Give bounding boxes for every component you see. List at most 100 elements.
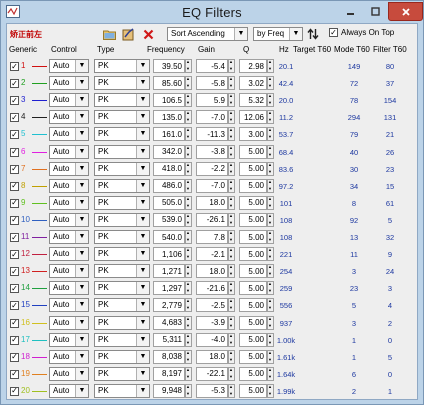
- frequency-spinner[interactable]: [185, 298, 192, 313]
- frequency-spinner[interactable]: [185, 212, 192, 227]
- maximize-button[interactable]: [363, 2, 388, 21]
- gain-field[interactable]: [196, 332, 228, 347]
- gain-field[interactable]: [196, 366, 228, 381]
- gain-spinner[interactable]: [228, 366, 235, 381]
- gain-field[interactable]: [196, 281, 228, 296]
- type-select[interactable]: PK ▼: [94, 127, 150, 142]
- frequency-spinner[interactable]: [185, 178, 192, 193]
- frequency-field[interactable]: [153, 110, 185, 125]
- enable-checkbox[interactable]: ✓: [10, 267, 19, 277]
- q-spinner[interactable]: [267, 195, 274, 210]
- q-spinner[interactable]: [267, 93, 274, 108]
- type-select[interactable]: PK ▼: [94, 281, 150, 296]
- gain-spinner[interactable]: [228, 161, 235, 176]
- control-select[interactable]: Auto ▼: [49, 161, 89, 176]
- q-field[interactable]: [239, 212, 267, 227]
- control-select[interactable]: Auto ▼: [49, 349, 89, 364]
- frequency-field[interactable]: [153, 315, 185, 330]
- frequency-field[interactable]: [153, 144, 185, 159]
- q-spinner[interactable]: [267, 230, 274, 244]
- enable-checkbox[interactable]: ✓: [10, 130, 19, 140]
- type-select[interactable]: PK ▼: [94, 110, 150, 125]
- control-select[interactable]: Auto ▼: [49, 264, 89, 279]
- gain-spinner[interactable]: [228, 212, 235, 227]
- gain-field[interactable]: [196, 161, 228, 176]
- q-spinner[interactable]: [267, 332, 274, 347]
- q-field[interactable]: [239, 281, 267, 296]
- type-select[interactable]: PK ▼: [94, 212, 150, 227]
- gain-field[interactable]: [196, 144, 228, 159]
- enable-checkbox[interactable]: ✓: [10, 335, 19, 345]
- enable-checkbox[interactable]: ✓: [10, 386, 19, 396]
- frequency-spinner[interactable]: [185, 332, 192, 347]
- type-select[interactable]: PK ▼: [94, 178, 150, 193]
- gain-spinner[interactable]: [228, 144, 235, 159]
- frequency-spinner[interactable]: [185, 349, 192, 364]
- q-spinner[interactable]: [267, 247, 274, 262]
- q-field[interactable]: [239, 383, 267, 398]
- q-field[interactable]: [239, 195, 267, 210]
- gain-spinner[interactable]: [228, 298, 235, 313]
- type-select[interactable]: PK ▼: [94, 230, 150, 244]
- gain-spinner[interactable]: [228, 349, 235, 364]
- q-field[interactable]: [239, 315, 267, 330]
- q-spinner[interactable]: [267, 264, 274, 279]
- gain-spinner[interactable]: [228, 195, 235, 210]
- enable-checkbox[interactable]: ✓: [10, 284, 19, 294]
- enable-checkbox[interactable]: ✓: [10, 96, 19, 106]
- q-spinner[interactable]: [267, 178, 274, 193]
- type-select[interactable]: PK ▼: [94, 144, 150, 159]
- frequency-spinner[interactable]: [185, 264, 192, 279]
- frequency-field[interactable]: [153, 281, 185, 296]
- enable-checkbox[interactable]: ✓: [10, 62, 19, 71]
- gain-field[interactable]: [196, 76, 228, 91]
- gain-spinner[interactable]: [228, 76, 235, 91]
- frequency-field[interactable]: [153, 127, 185, 142]
- control-select[interactable]: Auto ▼: [49, 383, 89, 398]
- frequency-field[interactable]: [153, 76, 185, 91]
- q-spinner[interactable]: [267, 349, 274, 364]
- gain-spinner[interactable]: [228, 110, 235, 125]
- q-field[interactable]: [239, 93, 267, 108]
- minimize-button[interactable]: [337, 2, 363, 21]
- control-select[interactable]: Auto ▼: [49, 195, 89, 210]
- enable-checkbox[interactable]: ✓: [10, 113, 19, 123]
- type-select[interactable]: PK ▼: [94, 264, 150, 279]
- q-spinner[interactable]: [267, 59, 274, 73]
- q-spinner[interactable]: [267, 366, 274, 381]
- gain-field[interactable]: [196, 349, 228, 364]
- frequency-field[interactable]: [153, 366, 185, 381]
- enable-checkbox[interactable]: ✓: [10, 181, 19, 191]
- gain-field[interactable]: [196, 110, 228, 125]
- gain-field[interactable]: [196, 59, 228, 73]
- type-select[interactable]: PK ▼: [94, 59, 150, 73]
- frequency-field[interactable]: [153, 161, 185, 176]
- save-filters-button[interactable]: [121, 27, 135, 41]
- close-button[interactable]: [388, 2, 423, 21]
- enable-checkbox[interactable]: ✓: [10, 147, 19, 157]
- control-select[interactable]: Auto ▼: [49, 332, 89, 347]
- gain-spinner[interactable]: [228, 93, 235, 108]
- gain-spinner[interactable]: [228, 383, 235, 398]
- gain-field[interactable]: [196, 195, 228, 210]
- q-field[interactable]: [239, 230, 267, 244]
- control-select[interactable]: Auto ▼: [49, 281, 89, 296]
- control-select[interactable]: Auto ▼: [49, 230, 89, 244]
- q-field[interactable]: [239, 178, 267, 193]
- enable-checkbox[interactable]: ✓: [10, 369, 19, 379]
- sort-field-select[interactable]: by Freq ▼: [253, 27, 303, 41]
- control-select[interactable]: Auto ▼: [49, 144, 89, 159]
- q-field[interactable]: [239, 264, 267, 279]
- frequency-spinner[interactable]: [185, 161, 192, 176]
- frequency-field[interactable]: [153, 212, 185, 227]
- gain-field[interactable]: [196, 298, 228, 313]
- q-spinner[interactable]: [267, 212, 274, 227]
- q-spinner[interactable]: [267, 161, 274, 176]
- frequency-field[interactable]: [153, 349, 185, 364]
- gain-spinner[interactable]: [228, 281, 235, 296]
- control-select[interactable]: Auto ▼: [49, 247, 89, 262]
- frequency-spinner[interactable]: [185, 59, 192, 73]
- control-select[interactable]: Auto ▼: [49, 110, 89, 125]
- type-select[interactable]: PK ▼: [94, 195, 150, 210]
- gain-field[interactable]: [196, 93, 228, 108]
